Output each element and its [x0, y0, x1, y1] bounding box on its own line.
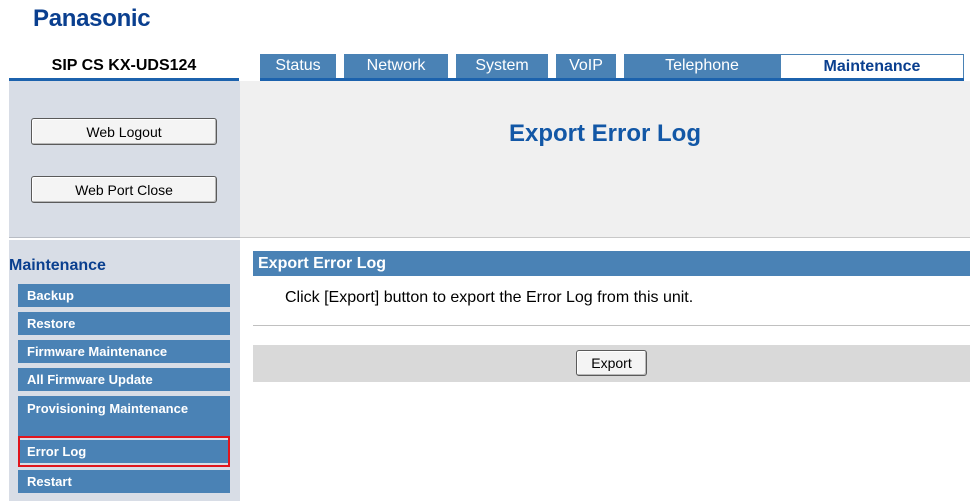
sidebar-divider [9, 237, 240, 240]
tab-system[interactable]: System [456, 54, 548, 78]
instruction-text: Click [Export] button to export the Erro… [285, 289, 694, 306]
section-divider [253, 325, 970, 326]
panasonic-logo: Panasonic [33, 5, 151, 32]
page-title: Export Error Log [508, 120, 701, 147]
export-button[interactable]: Export [576, 350, 647, 376]
action-bar: Export [253, 345, 970, 382]
web-port-close-button[interactable]: Web Port Close [31, 176, 217, 203]
page-header: Export Error Log [240, 81, 970, 237]
section-header: Export Error Log [253, 251, 970, 276]
tab-telephone[interactable]: Telephone [624, 54, 780, 78]
sidebar-item-firmware-maintenance[interactable]: Firmware Maintenance [18, 340, 230, 363]
sidebar-item-all-firmware-update[interactable]: All Firmware Update [18, 368, 230, 391]
model-header: SIP CS KX-UDS124 [9, 54, 239, 81]
tab-voip[interactable]: VoIP [556, 54, 616, 78]
header-divider [240, 237, 970, 238]
tab-status[interactable]: Status [260, 54, 336, 78]
sidebar-item-restore[interactable]: Restore [18, 312, 230, 335]
web-logout-button[interactable]: Web Logout [31, 118, 217, 145]
tab-maintenance[interactable]: Maintenance [780, 54, 964, 78]
sidebar-item-restart[interactable]: Restart [18, 470, 230, 493]
selection-highlight [18, 436, 230, 467]
sidebar-item-backup[interactable]: Backup [18, 284, 230, 307]
tab-network[interactable]: Network [344, 54, 448, 78]
model-name: SIP CS KX-UDS124 [51, 57, 197, 74]
sidebar-item-provisioning-maintenance[interactable]: Provisioning Maintenance [18, 396, 230, 436]
top-tab-bar: Status Network System VoIP Telephone Mai… [260, 54, 964, 81]
sidebar-section-title: Maintenance [9, 257, 106, 274]
main-content: Export Error Log Export Error Log Click … [240, 81, 970, 501]
